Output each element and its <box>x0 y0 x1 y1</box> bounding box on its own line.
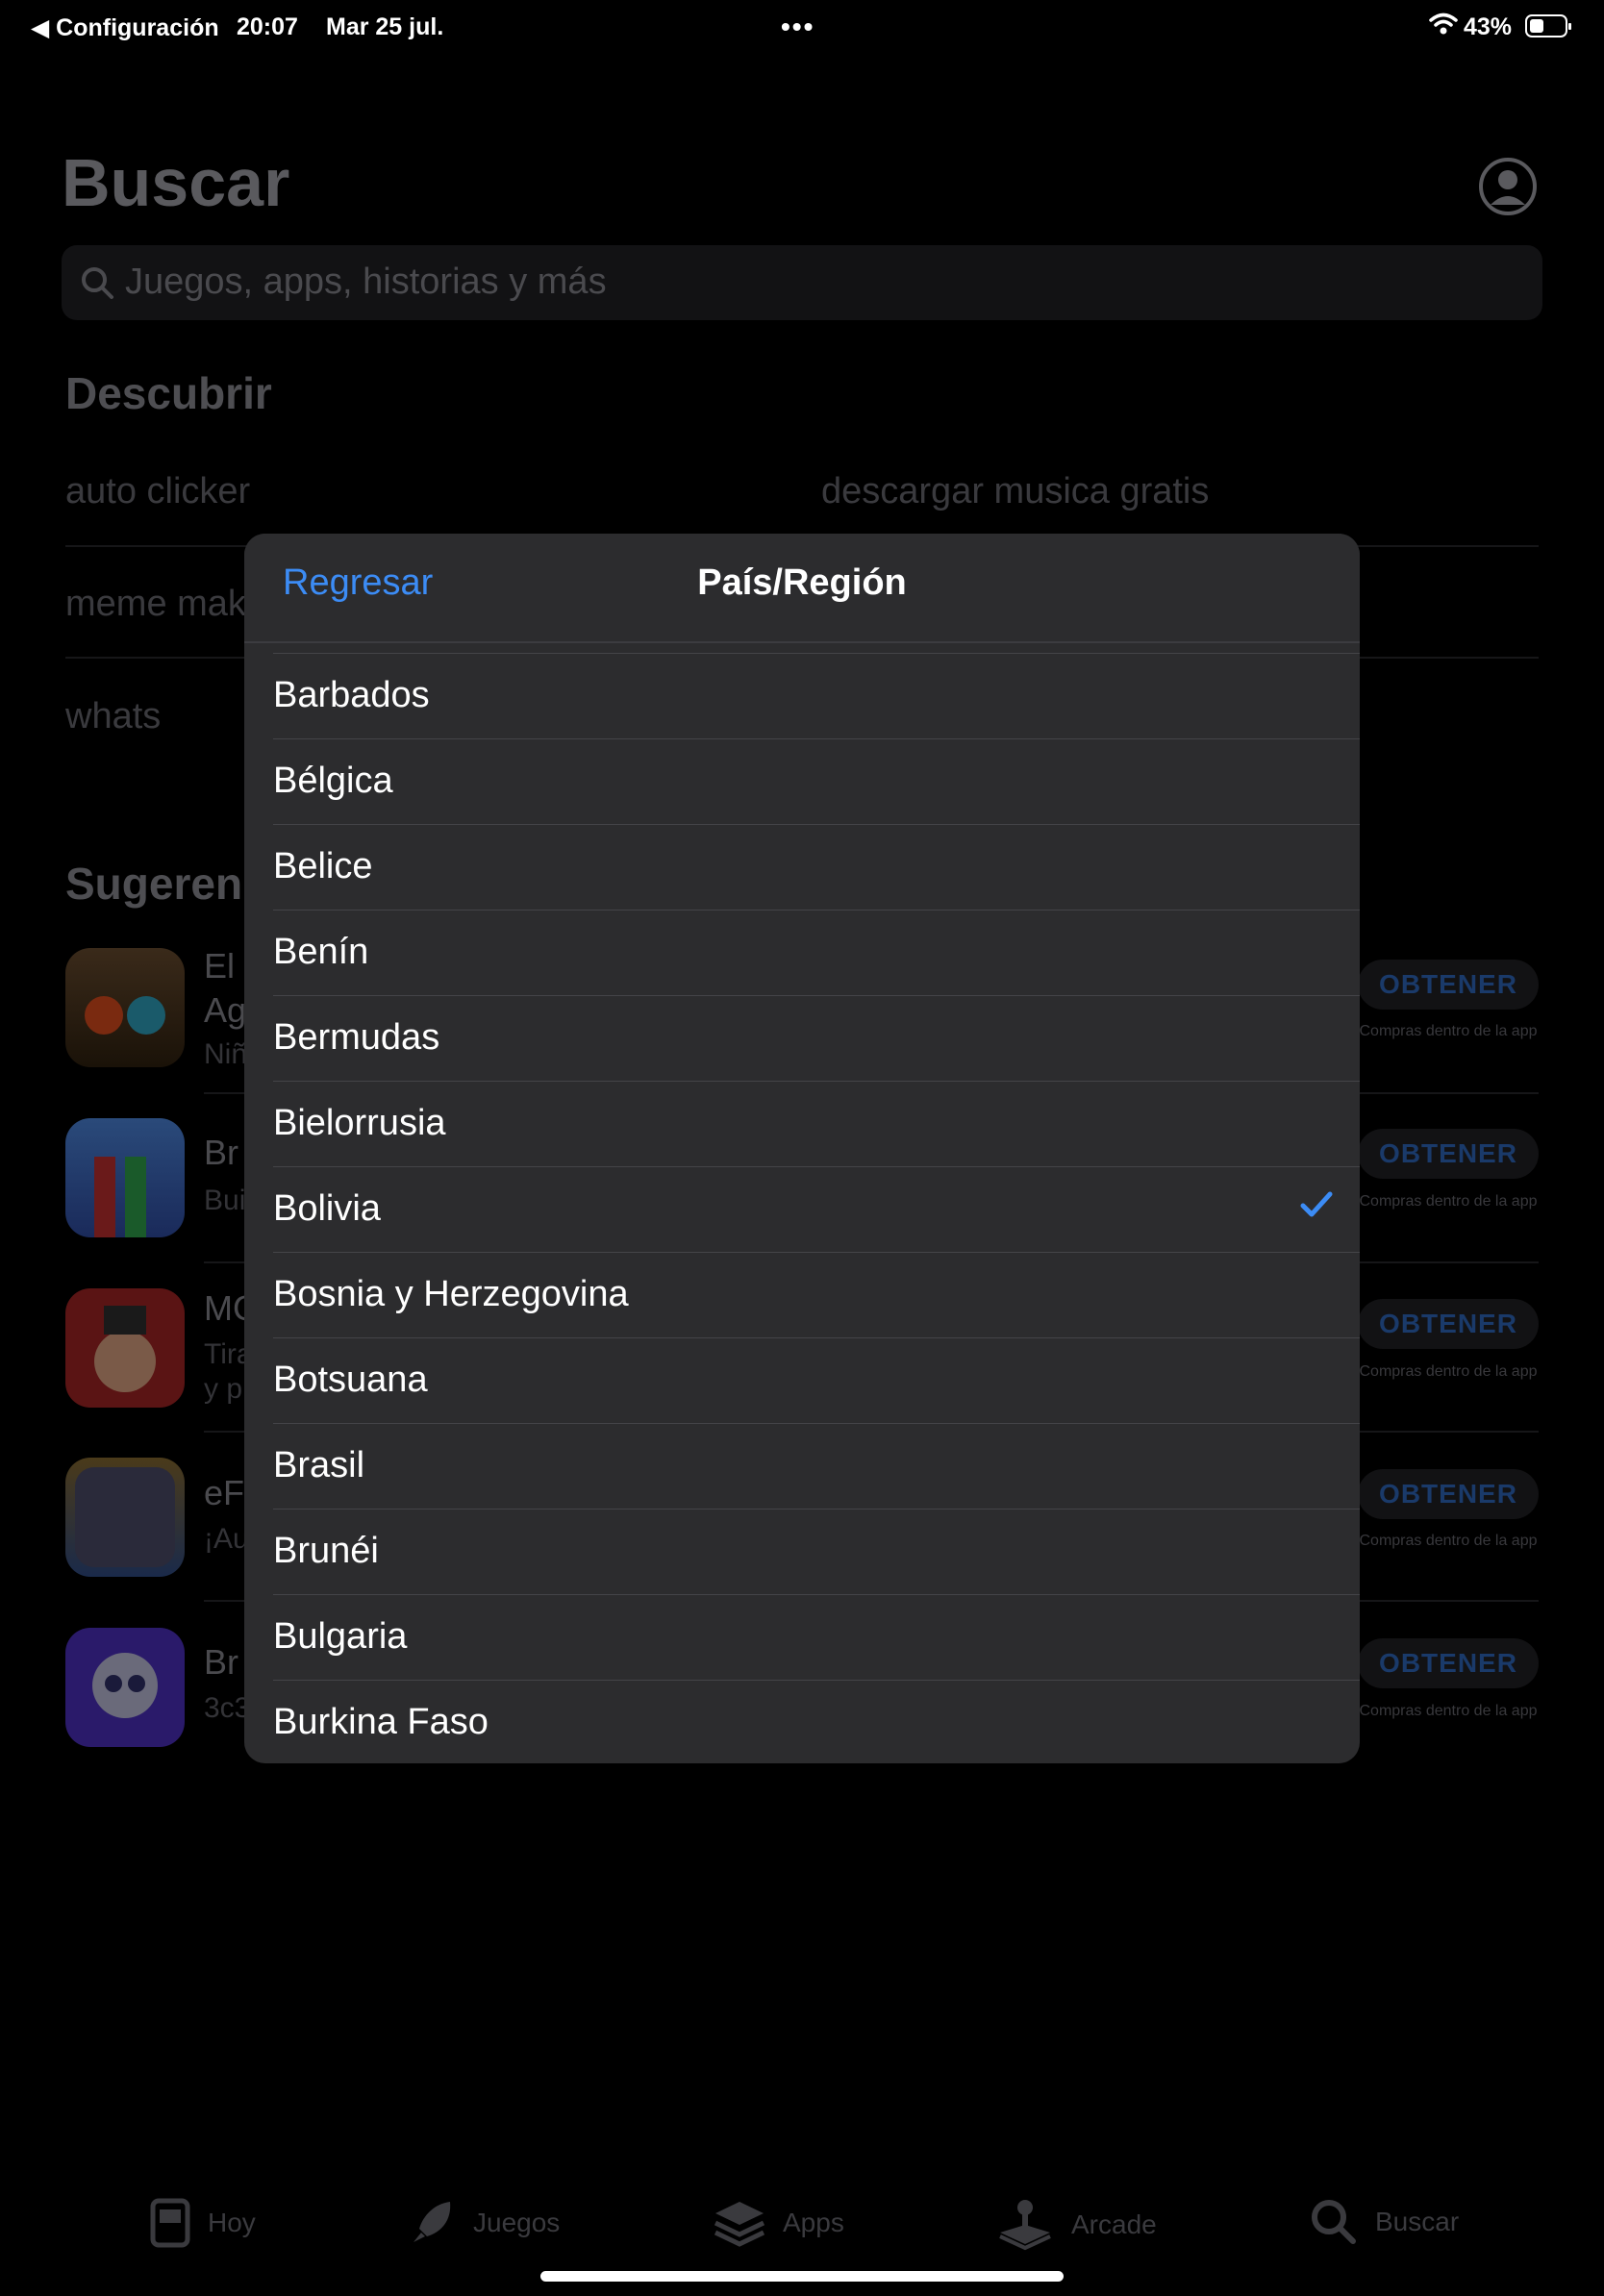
discover-item[interactable]: meme mak <box>65 584 246 625</box>
home-indicator[interactable] <box>540 2271 1064 2282</box>
country-row[interactable]: Barbados <box>273 653 1360 738</box>
back-app-label: Configuración <box>56 14 219 41</box>
page-title: Buscar <box>62 145 290 220</box>
country-row[interactable]: Bermudas <box>273 995 1360 1081</box>
app-name: Ag <box>204 990 247 1030</box>
country-row[interactable]: Bulgaria <box>273 1594 1360 1680</box>
app-row[interactable] <box>65 1288 185 1408</box>
country-label: Bolivia <box>273 1188 381 1229</box>
country-region-sheet: Regresar País/Región Barbados Bélgica Be… <box>244 534 1360 1763</box>
country-label: Brasil <box>273 1445 365 1485</box>
country-row[interactable]: Brasil <box>273 1423 1360 1509</box>
multitasking-dots-icon[interactable]: ••• <box>781 12 815 42</box>
app-icon-fire-water <box>65 948 185 1067</box>
app-name: eF <box>204 1473 245 1512</box>
country-label: Bélgica <box>273 761 393 801</box>
app-icon-skull-game <box>65 1628 185 1747</box>
in-app-purchases-note: Compras dentro de la app <box>1359 1023 1538 1039</box>
country-row-selected[interactable]: Bolivia <box>273 1166 1360 1252</box>
country-row[interactable]: Belice <box>273 824 1360 910</box>
app-row[interactable] <box>65 948 185 1067</box>
sheet-title: País/Región <box>697 562 907 603</box>
search-icon <box>82 267 113 299</box>
sheet-header: Regresar País/Región <box>244 534 1360 643</box>
account-icon[interactable] <box>1478 157 1538 216</box>
discover-item[interactable]: auto clicker <box>65 471 250 512</box>
tab-label: Buscar <box>1375 2207 1460 2236</box>
rocket-icon <box>414 2202 451 2242</box>
get-button[interactable]: OBTENER <box>1358 1638 1539 1688</box>
country-label: Botsuana <box>273 1360 428 1400</box>
search-placeholder: Juegos, apps, historias y más <box>125 262 607 302</box>
app-name: Br <box>204 1133 238 1172</box>
country-label: Bosnia y Herzegovina <box>273 1274 629 1314</box>
country-list[interactable]: Barbados Bélgica Belice Benín Bermudas B… <box>244 653 1360 1763</box>
in-app-purchases-note: Compras dentro de la app <box>1359 1193 1538 1210</box>
country-label: Burkina Faso <box>273 1702 489 1742</box>
search-icon <box>1312 2200 1356 2244</box>
app-icon-monopoly <box>65 1288 185 1408</box>
app-subtitle: Niñ <box>204 1038 248 1070</box>
status-bar: ◀ Configuración 20:07 Mar 25 jul. ••• 43… <box>0 8 1604 46</box>
wifi-icon <box>1429 12 1458 35</box>
in-app-purchases-note: Compras dentro de la app <box>1359 1533 1538 1549</box>
country-label: Barbados <box>273 675 430 715</box>
app-name: Br <box>204 1642 238 1682</box>
get-button[interactable]: OBTENER <box>1358 960 1539 1010</box>
get-button[interactable]: OBTENER <box>1358 1469 1539 1519</box>
country-label: Bielorrusia <box>273 1103 446 1143</box>
status-date: Mar 25 jul. <box>326 13 444 40</box>
tab-label: Juegos <box>473 2208 561 2237</box>
tab-search[interactable]: Buscar <box>1310 2198 1459 2246</box>
country-label: Benín <box>273 932 369 972</box>
joystick-icon <box>999 2200 1051 2251</box>
country-label: Brunéi <box>273 1531 379 1571</box>
battery-percent: 43% <box>1464 13 1513 40</box>
tab-label: Arcade <box>1071 2209 1157 2239</box>
tab-apps[interactable]: Apps <box>714 2198 844 2248</box>
tab-arcade[interactable]: Arcade <box>996 2198 1157 2252</box>
country-row[interactable]: Bosnia y Herzegovina <box>273 1252 1360 1337</box>
get-button[interactable]: OBTENER <box>1358 1129 1539 1179</box>
country-row[interactable]: Burkina Faso <box>273 1680 1360 1763</box>
battery-icon <box>1525 14 1571 37</box>
country-label: Bermudas <box>273 1017 440 1058</box>
app-subtitle: Bui <box>204 1185 246 1216</box>
app-name: El <box>204 946 236 986</box>
get-button[interactable]: OBTENER <box>1358 1299 1539 1349</box>
apps-stack-icon <box>714 2202 765 2247</box>
country-row[interactable]: Benín <box>273 910 1360 995</box>
search-input[interactable]: Juegos, apps, historias y más <box>62 245 1542 320</box>
country-label: Belice <box>273 846 373 886</box>
tab-label: Hoy <box>208 2208 256 2237</box>
tab-today[interactable]: Hoy <box>150 2198 256 2248</box>
app-subtitle: ¡Au <box>204 1523 249 1555</box>
app-row[interactable] <box>65 1628 185 1747</box>
app-row[interactable] <box>65 1118 185 1237</box>
country-label: Bulgaria <box>273 1616 408 1657</box>
app-icon-bridge-race <box>65 1118 185 1237</box>
app-row[interactable] <box>65 1458 185 1577</box>
suggestions-title: Sugeren <box>65 859 243 909</box>
country-row[interactable]: Bélgica <box>273 738 1360 824</box>
country-row[interactable]: Botsuana <box>273 1337 1360 1423</box>
app-subtitle: y p <box>204 1373 243 1405</box>
back-to-app-link[interactable]: ◀ Configuración <box>31 13 219 42</box>
in-app-purchases-note: Compras dentro de la app <box>1359 1363 1538 1380</box>
country-row[interactable]: Brunéi <box>273 1509 1360 1594</box>
tab-games[interactable]: Juegos <box>408 2198 560 2248</box>
today-icon <box>150 2198 190 2248</box>
tab-label: Apps <box>783 2208 844 2237</box>
country-row[interactable]: Bielorrusia <box>273 1081 1360 1166</box>
in-app-purchases-note: Compras dentro de la app <box>1359 1703 1538 1719</box>
checkmark-icon <box>1300 1191 1333 1217</box>
discover-item[interactable]: descargar musica gratis <box>821 471 1209 512</box>
app-icon-efootball <box>65 1458 185 1577</box>
status-time: 20:07 <box>237 13 298 40</box>
discover-title: Descubrir <box>65 368 272 418</box>
discover-item[interactable]: whats <box>65 696 161 737</box>
